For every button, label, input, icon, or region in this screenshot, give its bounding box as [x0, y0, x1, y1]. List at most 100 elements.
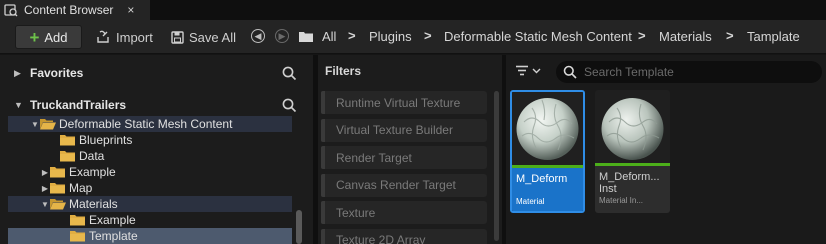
folder-icon — [50, 183, 65, 194]
tree-item-label: Data — [79, 149, 105, 163]
tree-item[interactable]: ▼ Materials — [8, 196, 292, 212]
breadcrumb-separator-icon: > — [424, 28, 432, 43]
asset-tile[interactable]: M_Deform... Inst Material In... — [595, 90, 670, 213]
filter-item[interactable]: Canvas Render Target — [321, 173, 487, 197]
asset-type: Material — [516, 197, 545, 206]
filter-item-label: Texture — [336, 205, 376, 220]
toolbar: + Add Import Save All ◀ ▶ All > Plugins … — [0, 20, 826, 54]
search-icon[interactable] — [282, 98, 297, 113]
filters-panel: Filters Runtime Virtual Texture Virtual T… — [318, 55, 502, 244]
breadcrumb-all[interactable]: All — [322, 29, 336, 44]
filters-scrollbar[interactable] — [494, 91, 499, 241]
asset-name: M_Deform... Inst — [599, 171, 660, 195]
collapse-icon[interactable]: ▼ — [40, 200, 50, 209]
filter-item[interactable]: Runtime Virtual Texture — [321, 91, 487, 114]
close-icon[interactable]: × — [127, 3, 134, 17]
tab-content-browser[interactable]: Content Browser × — [0, 0, 150, 20]
tab-title: Content Browser — [24, 3, 114, 17]
tree-item[interactable]: Data — [8, 148, 292, 164]
tab-bar: Content Browser × — [0, 0, 826, 20]
folder-icon — [50, 167, 65, 178]
tree-item-label: Example — [89, 213, 136, 227]
expand-icon: ▶ — [14, 67, 21, 78]
tree-item[interactable]: Example — [8, 212, 292, 228]
expand-icon[interactable]: ▶ — [40, 184, 50, 193]
folder-icon — [60, 151, 75, 162]
breadcrumb-plugins[interactable]: Plugins — [369, 29, 412, 44]
filter-color-bar — [321, 146, 325, 169]
import-label: Import — [116, 29, 153, 45]
breadcrumb-separator-icon: > — [348, 28, 356, 43]
filter-item-label: Canvas Render Target — [336, 178, 456, 192]
material-thumbnail — [595, 90, 670, 163]
collapse-icon[interactable]: ▼ — [30, 120, 40, 129]
filter-item[interactable]: Texture 2D Array — [321, 228, 487, 244]
tree-item-label: Blueprints — [79, 133, 133, 147]
tree-item-label: Example — [69, 165, 116, 179]
filter-item[interactable]: Virtual Texture Builder — [321, 118, 487, 142]
filter-dropdown-button[interactable] — [515, 65, 541, 76]
plus-icon: + — [29, 27, 40, 47]
search-placeholder: Search Template — [584, 65, 674, 79]
tree-item[interactable]: ▶ Map — [8, 180, 292, 196]
favorites-header[interactable]: ▶ Favorites — [0, 57, 313, 89]
search-icon[interactable] — [282, 66, 297, 81]
asset-view: Search Template M_Deform Material M_Defo… — [506, 55, 826, 244]
filter-item[interactable]: Texture — [321, 201, 487, 224]
breadcrumb-materials[interactable]: Materials — [659, 29, 712, 44]
filter-color-bar — [321, 118, 325, 142]
chevron-down-icon — [532, 68, 541, 73]
content-browser-icon — [4, 4, 18, 17]
filter-item-label: Virtual Texture Builder — [336, 123, 453, 137]
tree-item-label: Map — [69, 181, 93, 195]
folder-icon — [60, 135, 75, 146]
folder-open-icon — [40, 119, 56, 130]
project-label: TruckandTrailers — [30, 98, 127, 112]
forward-icon[interactable]: ▶ — [275, 29, 289, 43]
tree-item[interactable]: Blueprints — [8, 132, 292, 148]
breadcrumb-tamplate[interactable]: Tamplate — [747, 29, 800, 44]
search-input[interactable]: Search Template — [556, 61, 822, 83]
expand-icon[interactable]: ▶ — [40, 168, 50, 177]
add-button[interactable]: + Add — [15, 25, 82, 49]
asset-tile[interactable]: M_Deform Material — [510, 90, 585, 213]
save-all-button[interactable]: Save All — [171, 27, 236, 47]
tree-item[interactable]: Template — [8, 228, 292, 244]
filter-color-bar — [321, 201, 325, 224]
filters-header: Filters — [318, 55, 502, 87]
filter-color-bar — [321, 91, 325, 114]
save-all-label: Save All — [189, 29, 236, 45]
material-thumbnail — [512, 92, 583, 165]
tree-item-label: Deformable Static Mesh Content — [59, 117, 233, 131]
tree-item[interactable]: ▶ Example — [8, 164, 292, 180]
add-button-label: Add — [44, 29, 68, 45]
tree-item[interactable]: ▼ Deformable Static Mesh Content — [8, 116, 292, 132]
breadcrumb-separator-icon: > — [638, 28, 646, 43]
filter-item[interactable]: Render Target — [321, 146, 487, 169]
asset-name: M_Deform — [516, 173, 568, 185]
tree-item-label: Materials — [69, 197, 118, 211]
asset-info: M_Deform Material — [512, 168, 583, 211]
filters-title: Filters — [325, 64, 362, 78]
filter-color-bar — [321, 228, 325, 244]
folder-open-icon — [50, 199, 66, 210]
scrollbar[interactable] — [296, 210, 302, 244]
folder-icon — [299, 32, 313, 42]
folder-icon — [70, 215, 85, 226]
breadcrumb-deformable[interactable]: Deformable Static Mesh Content — [444, 29, 632, 44]
tree-item-label: Template — [89, 229, 138, 243]
collapse-icon: ▼ — [14, 100, 23, 110]
filter-icon — [516, 65, 528, 76]
save-icon — [171, 30, 184, 44]
back-icon[interactable]: ◀ — [251, 29, 265, 43]
asset-type: Material In... — [599, 196, 644, 205]
import-icon — [97, 30, 109, 43]
search-icon — [563, 65, 577, 79]
import-button[interactable]: Import — [95, 27, 153, 47]
breadcrumb-separator-icon: > — [726, 28, 734, 43]
filter-item-label: Runtime Virtual Texture — [336, 95, 461, 110]
filter-color-bar — [321, 173, 325, 197]
asset-info: M_Deform... Inst Material In... — [595, 166, 670, 213]
filter-item-label: Texture 2D Array — [336, 233, 426, 244]
folder-icon — [70, 231, 85, 242]
